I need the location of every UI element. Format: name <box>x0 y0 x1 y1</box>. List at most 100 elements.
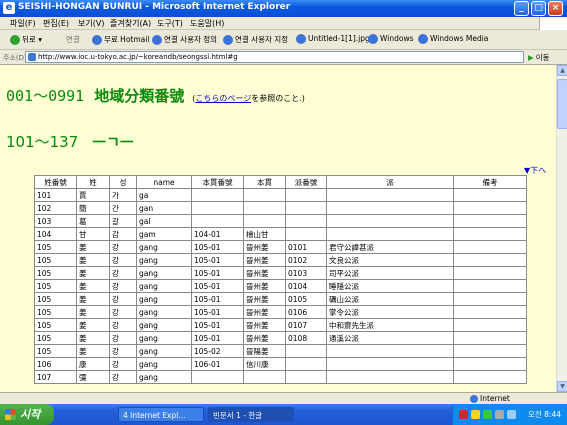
table-cell: 晉州姜 <box>243 279 286 293</box>
table-row: 105 姜 강 gang 105-01 晉州姜 0107 中和齋先生派 <box>34 318 527 332</box>
col-header: 姓 <box>76 175 110 189</box>
table-cell <box>243 201 286 215</box>
vertical-scrollbar[interactable]: ▲ ▼ <box>556 65 567 392</box>
maximize-button[interactable]: □ <box>531 1 546 16</box>
table-cell: 姜 <box>76 331 110 345</box>
menu-favorites[interactable]: 즐겨찾기(A) <box>110 18 151 29</box>
table-cell: 106-01 <box>191 357 244 371</box>
table-cell: 105-02 <box>191 344 244 358</box>
status-zone-label: Internet <box>480 394 510 403</box>
table-cell <box>326 344 454 358</box>
link-icon <box>296 34 306 44</box>
table-row: 105 姜 강 gang 105-01 晉州姜 0102 文良公派 <box>34 253 527 267</box>
table-cell: 106 <box>34 357 77 371</box>
link-untitled-jpg[interactable]: Untitled-1[1].jpg <box>296 34 370 44</box>
link-label: Windows <box>380 34 414 43</box>
go-button[interactable]: 이동 <box>528 52 550 63</box>
table-row: 106 康 강 gang 106-01 信川康 <box>34 357 527 371</box>
table-cell <box>453 305 527 319</box>
address-label: 주소(D) <box>3 54 27 62</box>
table-row: 105 姜 강 gang 105-01 晉州姜 0105 礪山公派 <box>34 292 527 306</box>
task-internet-explorer[interactable]: 4 Internet Expl... <box>118 407 204 422</box>
reference-link[interactable]: こちらのページ <box>195 94 251 103</box>
table-cell: gang <box>136 305 192 319</box>
table-cell: 檜山甘 <box>243 227 286 241</box>
col-header: name <box>136 175 192 189</box>
table-cell <box>453 344 527 358</box>
table-cell <box>326 188 454 202</box>
menu-edit[interactable]: 편집(E) <box>43 18 69 29</box>
table-cell <box>453 253 527 267</box>
minimize-button[interactable]: _ <box>514 1 529 16</box>
table-cell <box>285 357 327 371</box>
table-cell: 晉陽姜 <box>243 344 286 358</box>
table-cell: 105-01 <box>191 240 244 254</box>
surname-group-title: ㅡㄱㅡ <box>92 133 134 151</box>
table-cell: 감 <box>109 227 137 241</box>
scroll-down-icon[interactable]: ▼ <box>557 381 567 392</box>
table-cell: 0106 <box>285 305 327 319</box>
surname-code-range: 101～137 <box>6 133 79 151</box>
table-cell: 강 <box>109 240 137 254</box>
close-button[interactable]: × <box>548 1 563 16</box>
table-cell <box>326 357 454 371</box>
back-button[interactable]: 뒤로 ▾ <box>10 34 42 45</box>
tray-icon[interactable] <box>495 410 504 419</box>
table-cell: 강 <box>109 305 137 319</box>
table-cell: 0104 <box>285 279 327 293</box>
scroll-up-icon[interactable]: ▲ <box>557 65 567 76</box>
table-cell: gang <box>136 357 192 371</box>
scroll-down-link[interactable]: ▼下へ <box>524 165 546 176</box>
table-cell: 105 <box>34 344 77 358</box>
link-windows-media[interactable]: Windows Media <box>418 34 488 44</box>
address-input[interactable]: http://www.ioc.u-tokyo.ac.jp/~koreandb/s… <box>25 51 524 63</box>
table-row: 103 葛 갈 gal <box>34 214 527 228</box>
table-cell: 康 <box>76 357 110 371</box>
menu-help[interactable]: 도움말(H) <box>190 18 224 29</box>
table-cell <box>285 214 327 228</box>
table-cell: gang <box>136 292 192 306</box>
table-cell: 103 <box>34 214 77 228</box>
link-windows[interactable]: Windows <box>368 34 413 44</box>
tray-icon[interactable] <box>459 410 468 419</box>
table-cell: gang <box>136 266 192 280</box>
table-cell: 姜 <box>76 279 110 293</box>
start-button[interactable]: 시작 <box>0 404 54 425</box>
link-icon <box>92 35 102 45</box>
table-cell: 105 <box>34 318 77 332</box>
task-hangul-document[interactable]: 빈문서 1 - 한글 <box>208 407 294 422</box>
table-cell: 0107 <box>285 318 327 332</box>
tray-icon[interactable] <box>471 410 480 419</box>
table-cell: 0101 <box>285 240 327 254</box>
table-row: 102 簡 간 gan <box>34 201 527 215</box>
table-cell: 강 <box>109 357 137 371</box>
table-cell: 강 <box>109 331 137 345</box>
table-header-row: 姓番號 姓 성 name 本貫番號 本貫 派番號 派 備考 <box>34 175 527 189</box>
tray-icon[interactable] <box>483 410 492 419</box>
table-cell: gang <box>136 279 192 293</box>
link-icon <box>152 35 162 45</box>
menu-view[interactable]: 보기(V) <box>78 18 104 29</box>
table-row: 105 姜 강 gang 105-01 晉州姜 0108 通溪公派 <box>34 331 527 345</box>
menu-file[interactable]: 파일(F) <box>10 18 36 29</box>
link-customize-1[interactable]: 연결 사용자 정의 <box>152 34 217 45</box>
speaker-icon[interactable] <box>507 410 516 419</box>
scroll-thumb[interactable] <box>557 79 567 129</box>
system-tray: 오전 8:44 <box>452 404 567 425</box>
link-hotmail[interactable]: 무료 Hotmail <box>92 34 149 45</box>
table-cell <box>453 292 527 306</box>
table-cell: 105 <box>34 305 77 319</box>
title-bar[interactable]: e SEISHI-HONGAN BUNRUI - Microsoft Inter… <box>0 0 567 17</box>
table-cell <box>453 279 527 293</box>
table-cell: 104-01 <box>191 227 244 241</box>
section-header-region: 001～0991 地域分類番號 (こちらのページを参照のこと.) <box>6 85 305 106</box>
menu-tools[interactable]: 도구(T) <box>157 18 183 29</box>
table-row: 105 姜 강 gang 105-02 晉陽姜 <box>34 344 527 358</box>
table-cell: 105 <box>34 253 77 267</box>
link-customize-2[interactable]: 연결 사용자 지정 <box>223 34 288 45</box>
table-cell <box>191 188 244 202</box>
ie-icon: e <box>3 2 15 14</box>
table-cell <box>453 201 527 215</box>
col-header: 派 <box>326 175 454 189</box>
col-header: 備考 <box>453 175 527 189</box>
